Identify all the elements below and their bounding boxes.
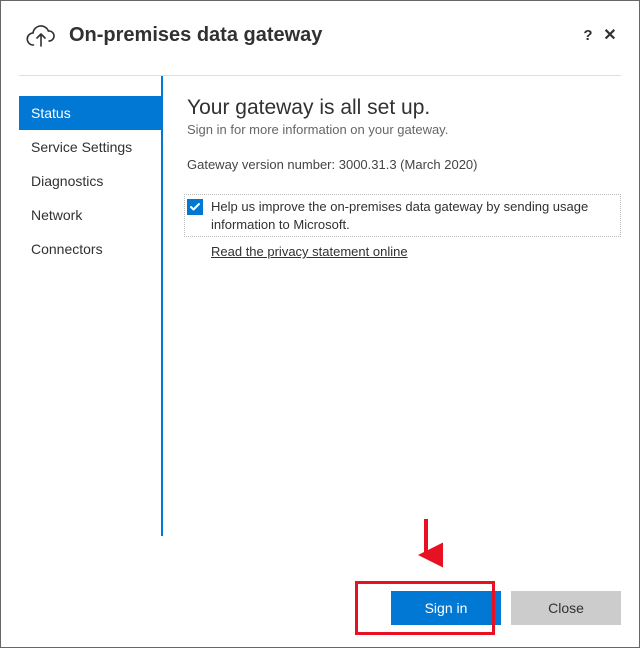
close-button[interactable]: Close	[511, 591, 621, 625]
main-content: Your gateway is all set up. Sign in for …	[163, 76, 621, 536]
signin-button[interactable]: Sign in	[391, 591, 501, 625]
close-window-button[interactable]: ✕	[599, 25, 621, 45]
cloud-upload-icon	[25, 19, 57, 51]
sidebar-item-service-settings[interactable]: Service Settings	[19, 130, 161, 164]
page-subtitle: Sign in for more information on your gat…	[187, 122, 621, 137]
sidebar-item-connectors[interactable]: Connectors	[19, 232, 161, 266]
sidebar-item-status[interactable]: Status	[19, 96, 161, 130]
telemetry-checkbox[interactable]	[187, 199, 203, 215]
help-button[interactable]: ?	[577, 27, 599, 44]
telemetry-row: Help us improve the on-premises data gat…	[184, 194, 621, 237]
footer: Sign in Close	[391, 591, 621, 625]
version-text: Gateway version number: 3000.31.3 (March…	[187, 157, 621, 172]
privacy-link[interactable]: Read the privacy statement online	[211, 244, 408, 259]
app-title: On-premises data gateway	[69, 24, 577, 47]
sidebar-item-diagnostics[interactable]: Diagnostics	[19, 164, 161, 198]
page-heading: Your gateway is all set up.	[187, 96, 621, 120]
telemetry-label: Help us improve the on-premises data gat…	[211, 198, 614, 233]
sidebar: Status Service Settings Diagnostics Netw…	[19, 76, 163, 536]
sidebar-item-network[interactable]: Network	[19, 198, 161, 232]
